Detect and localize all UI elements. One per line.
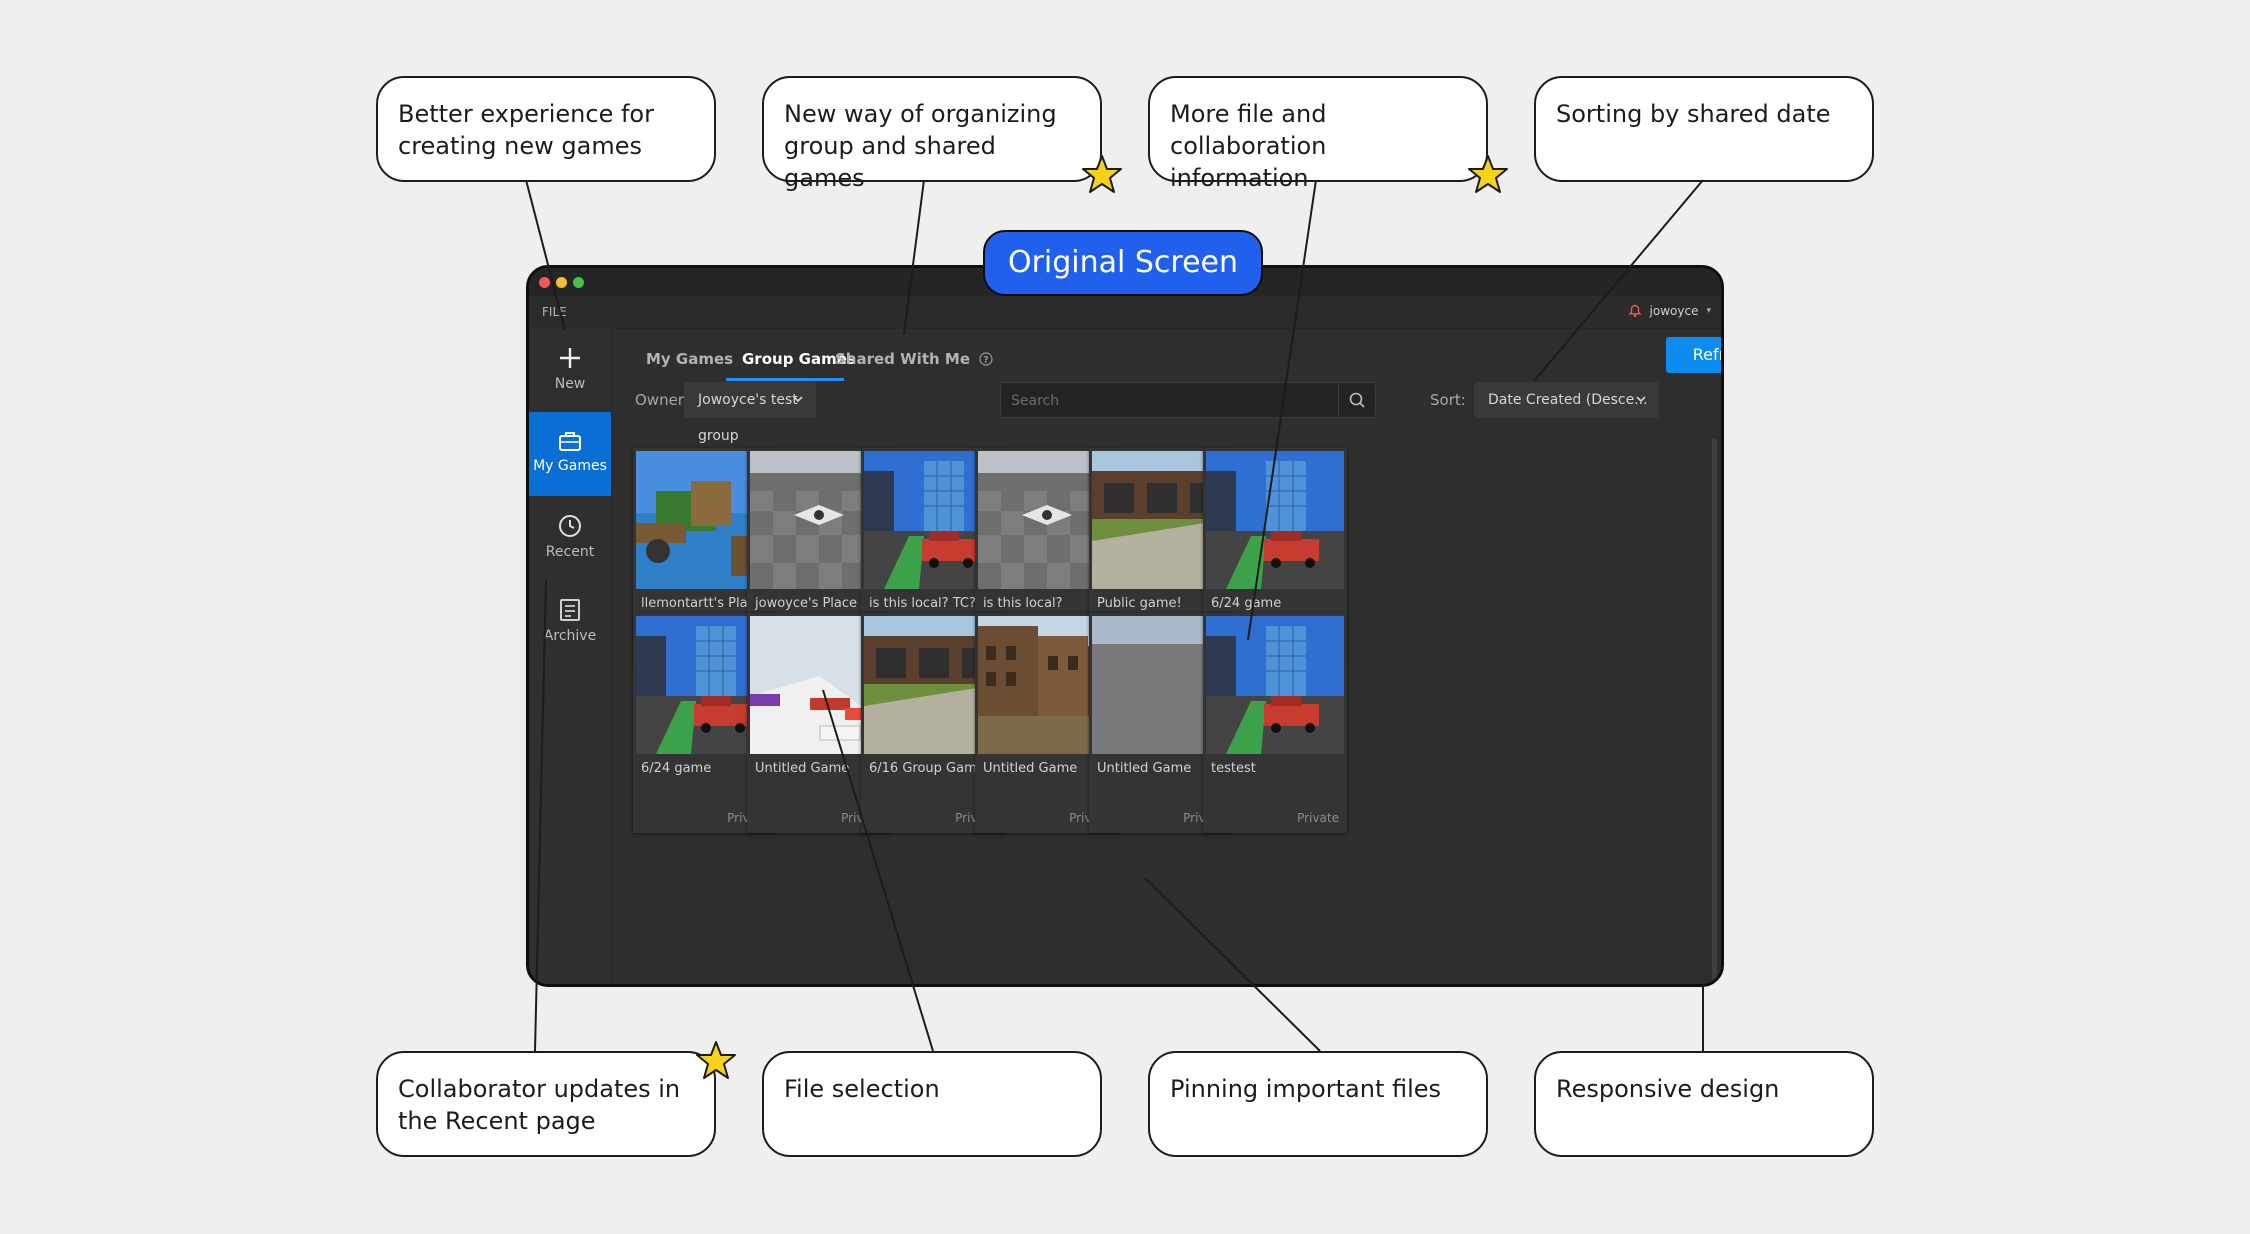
search-input[interactable] bbox=[1001, 383, 1343, 419]
tab-label: Shared With Me bbox=[835, 350, 970, 368]
game-thumbnail bbox=[1206, 451, 1344, 589]
game-card[interactable]: testest Private bbox=[1203, 613, 1347, 833]
app-window: FILE jowoyce ▾ New My Games Recent Archi… bbox=[526, 265, 1724, 987]
callout-organizing-games: New way of organizing group and shared g… bbox=[762, 76, 1102, 192]
game-title: 6/24 game bbox=[1211, 596, 1282, 611]
callout-responsive: Responsive design bbox=[1534, 1051, 1874, 1157]
sidebar-item-new[interactable]: New bbox=[529, 328, 611, 412]
scrollbar[interactable] bbox=[1712, 438, 1717, 984]
user-area[interactable]: jowoyce ▾ bbox=[1627, 304, 1711, 318]
active-tab-indicator bbox=[726, 378, 844, 381]
tab-shared-with-me[interactable]: Shared With Me ? bbox=[835, 350, 993, 368]
search-box bbox=[1000, 382, 1376, 419]
star-icon bbox=[696, 1041, 736, 1079]
game-thumbnail bbox=[1206, 616, 1344, 754]
tab-my-games[interactable]: My Games bbox=[646, 350, 733, 368]
sort-value: Date Created (Desce... bbox=[1488, 392, 1648, 408]
archive-icon bbox=[560, 599, 580, 621]
owner-dropdown[interactable]: Jowoyce's test group bbox=[684, 382, 816, 444]
refresh-button[interactable]: Refresh bbox=[1666, 337, 1721, 373]
sidebar-item-label: Archive bbox=[543, 628, 597, 644]
briefcase-icon bbox=[559, 432, 581, 451]
minimize-window-dot[interactable] bbox=[556, 277, 567, 288]
close-window-dot[interactable] bbox=[539, 277, 550, 288]
sidebar-item-recent[interactable]: Recent bbox=[529, 496, 611, 580]
file-menu[interactable]: FILE bbox=[542, 305, 567, 319]
maximize-window-dot[interactable] bbox=[573, 277, 584, 288]
chevron-down-icon bbox=[1636, 396, 1646, 403]
sort-dropdown[interactable]: Date Created (Desce... bbox=[1474, 382, 1659, 418]
sidebar-item-my-games[interactable]: My Games bbox=[529, 412, 611, 496]
callout-sorting: Sorting by shared date bbox=[1534, 76, 1874, 182]
original-screen-badge: Original Screen bbox=[983, 230, 1263, 296]
callout-new-games: Better experience for creating new games bbox=[376, 76, 716, 182]
svg-text:?: ? bbox=[984, 356, 989, 366]
sidebar-item-label: New bbox=[554, 376, 586, 392]
search-icon bbox=[1349, 392, 1365, 408]
sidebar-item-label: My Games bbox=[533, 458, 607, 474]
menu-bar: FILE jowoyce ▾ bbox=[529, 296, 1721, 328]
clock-icon bbox=[559, 515, 581, 537]
main-content: My Games Group Games Shared With Me ? Re… bbox=[612, 328, 1721, 984]
sort-label: Sort: bbox=[1430, 391, 1466, 409]
owner-value: Jowoyce's test group bbox=[698, 392, 798, 444]
chevron-down-icon[interactable]: ▾ bbox=[1706, 306, 1711, 316]
callout-collaborator-updates: Collaborator updates in the Recent page bbox=[376, 1051, 716, 1157]
plus-icon bbox=[560, 348, 580, 368]
callout-pinning: Pinning important files bbox=[1148, 1051, 1488, 1157]
owner-label: Owner: bbox=[635, 391, 689, 409]
callout-file-info: More file and collaboration information bbox=[1148, 76, 1488, 192]
game-title: testest bbox=[1211, 761, 1256, 776]
username[interactable]: jowoyce bbox=[1650, 304, 1699, 318]
divider bbox=[612, 328, 1721, 329]
help-icon[interactable]: ? bbox=[979, 352, 993, 366]
sidebar-item-archive[interactable]: Archive bbox=[529, 580, 611, 664]
chevron-down-icon bbox=[793, 396, 803, 403]
callout-file-selection: File selection bbox=[762, 1051, 1102, 1157]
game-status: Private bbox=[1297, 811, 1339, 825]
search-button[interactable] bbox=[1338, 383, 1375, 417]
star-icon bbox=[1468, 155, 1508, 193]
sidebar-item-label: Recent bbox=[545, 544, 595, 560]
sidebar: New My Games Recent Archive bbox=[529, 328, 612, 984]
notification-icon[interactable] bbox=[1627, 304, 1642, 318]
star-icon bbox=[1082, 155, 1122, 193]
